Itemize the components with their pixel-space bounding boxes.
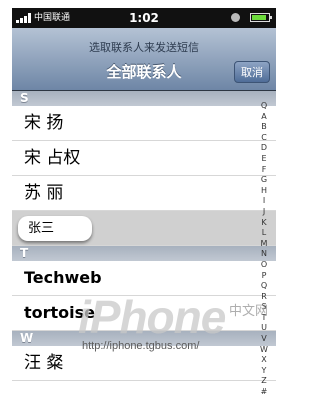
contact-row[interactable]: 宋 扬	[12, 106, 276, 141]
nav-prompt: 选取联系人来发送短信	[89, 41, 199, 54]
index-letter[interactable]: N	[257, 249, 271, 260]
contact-row[interactable]: 苏 丽	[12, 176, 276, 211]
index-letter[interactable]: O	[257, 260, 271, 271]
index-search-icon[interactable]: Q	[257, 101, 271, 112]
index-letter[interactable]: J	[257, 207, 271, 218]
index-letter[interactable]: Y	[257, 366, 271, 377]
watermark: iPhone 中文网 http://iphone.tgbus.com/	[78, 290, 268, 360]
selected-contact-bubble[interactable]: 张三	[18, 216, 92, 241]
index-letter[interactable]: B	[257, 122, 271, 133]
watermark-cn: 中文网	[228, 304, 268, 319]
index-letter[interactable]: K	[257, 218, 271, 229]
index-letter[interactable]: I	[257, 196, 271, 207]
watermark-url: http://iphone.tgbus.com/	[82, 340, 200, 352]
index-letter[interactable]: #	[257, 387, 271, 398]
index-letter[interactable]: E	[257, 154, 271, 165]
index-letter[interactable]: D	[257, 143, 271, 154]
index-letter[interactable]: C	[257, 133, 271, 144]
contact-row-selected[interactable]: 张三	[12, 211, 276, 246]
status-bar: 中国联通 1:02	[12, 8, 276, 28]
index-letter[interactable]: H	[257, 186, 271, 197]
section-header-s: S	[12, 91, 276, 106]
index-letter[interactable]: A	[257, 112, 271, 123]
index-letter[interactable]: Z	[257, 376, 271, 387]
battery-icon	[250, 13, 272, 22]
cancel-button[interactable]: 取消	[234, 61, 270, 83]
index-letter[interactable]: L	[257, 228, 271, 239]
contact-row[interactable]: 宋 占权	[12, 141, 276, 176]
index-letter[interactable]: G	[257, 175, 271, 186]
section-header-t: T	[12, 246, 276, 261]
navigation-bar: 选取联系人来发送短信 全部联系人 取消	[12, 28, 276, 91]
index-letter[interactable]: P	[257, 271, 271, 282]
rotation-lock-icon	[231, 13, 240, 22]
index-letter[interactable]: F	[257, 165, 271, 176]
watermark-logo: iPhone	[78, 291, 226, 343]
index-letter[interactable]: M	[257, 239, 271, 250]
